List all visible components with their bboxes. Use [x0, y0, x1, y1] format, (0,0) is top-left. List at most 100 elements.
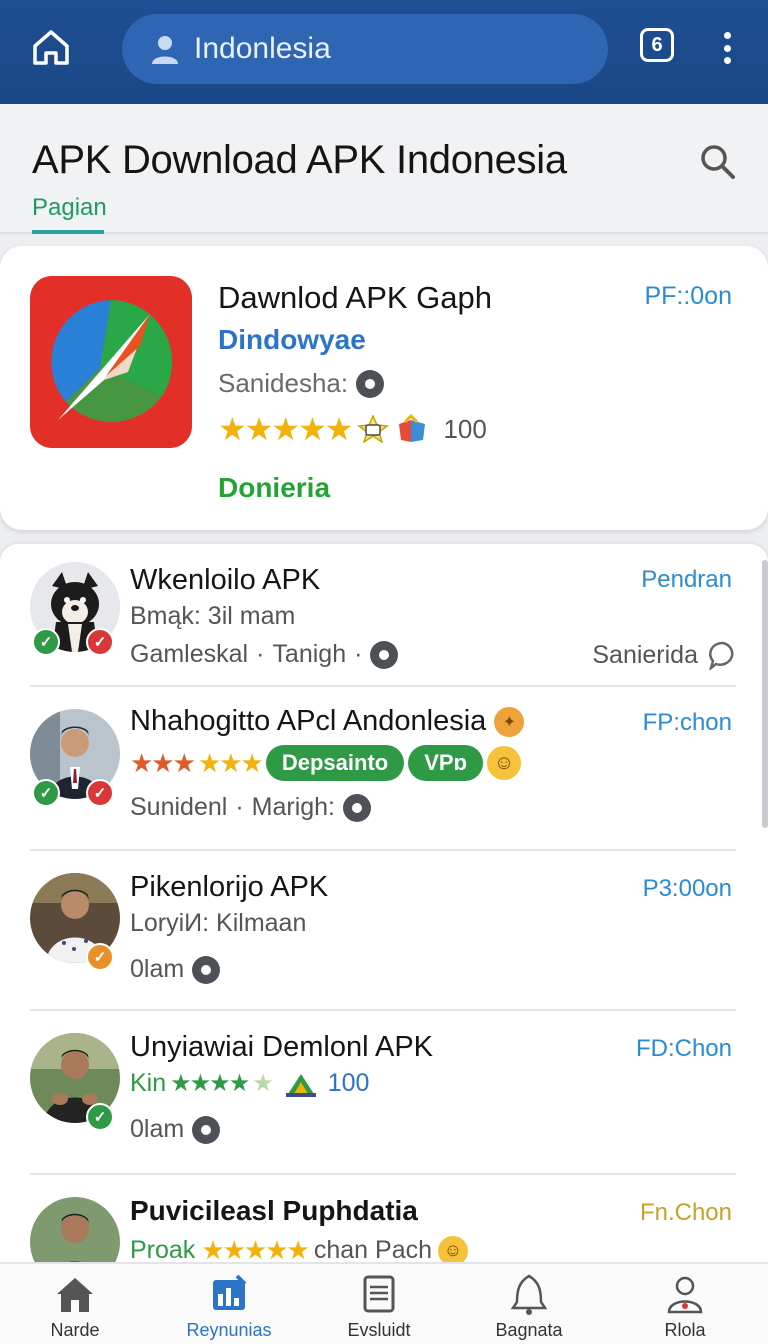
- item-rating-prefix: Kin: [130, 1069, 167, 1097]
- star-rating-icon: ★★★★★: [201, 1235, 310, 1264]
- search-bar[interactable]: Indonlesia: [122, 14, 608, 84]
- alert-badge-icon: ✓: [86, 779, 114, 807]
- featured-rating-count: 100: [443, 413, 487, 444]
- item-subtitle: LoryiИ: Kilmaan: [130, 909, 307, 937]
- item-rating-count: 100: [327, 1069, 370, 1097]
- document-icon: [363, 1275, 395, 1313]
- item-price[interactable]: P3:00on: [643, 875, 732, 903]
- item-meta-secondary: Marigh:: [251, 793, 336, 821]
- tag-pill[interactable]: VPɒ: [408, 745, 484, 781]
- star-rating-icon: ★★★: [130, 747, 196, 778]
- featured-app-rating: ★★★★★ 100: [218, 410, 487, 448]
- list-item[interactable]: ✓ ✓ Wkenloilo APK Bmąk: 3il mam Gamleska…: [0, 544, 768, 686]
- settings-icon: [343, 793, 372, 822]
- page-title: APK Download APK Indonesia: [32, 138, 567, 182]
- verified-check-icon: ✓: [86, 1103, 114, 1131]
- item-price[interactable]: FP:chon: [643, 709, 732, 737]
- gift-icon: [399, 414, 426, 442]
- search-value: Indonlesia: [194, 32, 331, 65]
- item-title: Puvicileasl Puphdatia: [130, 1195, 418, 1226]
- featured-app-developer[interactable]: Dindowyae: [218, 324, 366, 356]
- list-item[interactable]: ✓ ✓ Nhahogitto APcl Andonlesia ✦ ★★★ ★★★ …: [0, 687, 768, 850]
- item-price[interactable]: FD:Chon: [636, 1035, 732, 1063]
- bell-icon: [510, 1274, 548, 1315]
- settings-icon: [192, 955, 221, 984]
- nav-label: Reynunias: [186, 1320, 272, 1340]
- nav-label: Evsluidt: [347, 1320, 411, 1340]
- list-item[interactable]: Puvicileasl Puphdatia Proak ★★★★★ chan P…: [0, 1175, 768, 1264]
- item-title: Wkenloilo APK: [130, 564, 321, 596]
- chart-icon: [213, 1274, 247, 1310]
- award-icon: [357, 415, 390, 443]
- nav-evsluidt[interactable]: Evsluidt: [304, 1264, 454, 1344]
- nav-bagnata[interactable]: Bagnata: [454, 1264, 604, 1344]
- top-app-bar: Indonlesia 6: [0, 0, 768, 104]
- item-meta-primary: Sunidenl: [130, 793, 228, 821]
- meta-separator: ·: [256, 640, 265, 668]
- profile-icon: [667, 1276, 703, 1314]
- app-logo-icon[interactable]: [30, 276, 192, 448]
- tab-indicator: [32, 230, 104, 234]
- star-rating-icon: ★★★: [197, 747, 264, 778]
- nav-label: Bagnata: [495, 1320, 563, 1340]
- item-title: Nhahogitto APcl Andonlesia: [130, 705, 487, 737]
- item-title: Unyiawiai Demlonl APK: [130, 1031, 434, 1063]
- avatar: [30, 1197, 120, 1264]
- nav-label: Narde: [50, 1320, 100, 1340]
- item-right-meta-label: Sanierida: [592, 640, 698, 669]
- item-meta: Gamleskal · Tanigh ·: [130, 640, 399, 669]
- item-meta-primary: 0lam: [130, 1115, 185, 1143]
- featured-download-link[interactable]: Donieria: [218, 472, 330, 504]
- item-rating: Proak ★★★★★ chan Pach ☺: [130, 1235, 468, 1264]
- person-avatar-icon: [30, 1197, 120, 1264]
- tab-pagian[interactable]: Pagian: [32, 194, 107, 222]
- tag-pill[interactable]: Depsainto: [265, 745, 405, 781]
- nav-home[interactable]: Narde: [0, 1264, 150, 1344]
- list-item[interactable]: ✓ Pikenlorijo APK LoryiИ: Kilmaan 0lam P…: [0, 851, 768, 1010]
- tabs-counter-button[interactable]: 6: [640, 28, 674, 62]
- alert-badge-icon: ✓: [86, 628, 114, 656]
- chat-bubble-icon[interactable]: [708, 640, 738, 670]
- medal-icon: ✦: [494, 706, 525, 737]
- item-price[interactable]: Fn.Chon: [640, 1199, 732, 1227]
- nav-rlola[interactable]: Rlola: [610, 1264, 760, 1344]
- item-tags: ★★★ ★★★ Depsainto VPɒ ☺: [130, 745, 522, 781]
- item-meta-primary: Gamleskal: [130, 640, 249, 668]
- page-header: APK Download APK Indonesia Pagian: [0, 104, 768, 234]
- search-icon[interactable]: [696, 140, 740, 184]
- item-rating-prefix: Proak: [130, 1236, 196, 1264]
- verified-check-icon: ✓: [32, 628, 60, 656]
- scrollbar[interactable]: [762, 560, 768, 828]
- settings-icon: [370, 640, 399, 669]
- featured-price[interactable]: PF::0on: [644, 282, 732, 311]
- settings-icon: [356, 369, 385, 398]
- bottom-navigation: Narde Reynunias Evsluidt Bagnata Rlola: [0, 1262, 768, 1344]
- more-options-icon[interactable]: [716, 30, 738, 66]
- trophy-icon: [285, 1073, 316, 1097]
- smile-emoji-icon: ☺: [438, 1235, 468, 1264]
- user-icon: [152, 36, 178, 64]
- item-subtitle: Bmąk: 3il mam: [130, 602, 296, 630]
- star-rating-icon: ★★★★★: [218, 411, 353, 447]
- app-list: ✓ ✓ Wkenloilo APK Bmąk: 3il mam Gamleska…: [0, 544, 768, 1264]
- item-meta: Sunidenl · Marigh:: [130, 793, 372, 822]
- list-item[interactable]: ✓ Unyiawiai Demlonl APK Kin ★★★★ ★ 100 0l…: [0, 1011, 768, 1173]
- item-meta: 0lam: [130, 1115, 221, 1144]
- item-right-meta: Sanierida: [592, 640, 738, 670]
- verified-check-icon: ✓: [32, 779, 60, 807]
- verified-check-icon: ✓: [86, 943, 114, 971]
- meta-separator: ·: [235, 793, 244, 821]
- home-icon[interactable]: [30, 26, 72, 68]
- featured-app-category: Sanidesha:: [218, 368, 385, 399]
- star-empty-icon: ★: [252, 1070, 274, 1097]
- featured-app-title: Dawnlod APK Gaph: [218, 280, 493, 315]
- item-price[interactable]: Pendran: [641, 566, 732, 594]
- item-meta-primary: 0lam: [130, 955, 185, 983]
- item-meta: 0lam: [130, 955, 221, 984]
- smile-emoji-icon: ☺: [487, 746, 522, 780]
- featured-category-label: Sanidesha:: [218, 368, 349, 398]
- home-icon: [57, 1278, 93, 1312]
- nav-label: Rlola: [664, 1320, 706, 1340]
- item-title-wrap: Nhahogitto APcl Andonlesia ✦: [130, 705, 525, 738]
- nav-reynunias[interactable]: Reynunias: [154, 1264, 304, 1344]
